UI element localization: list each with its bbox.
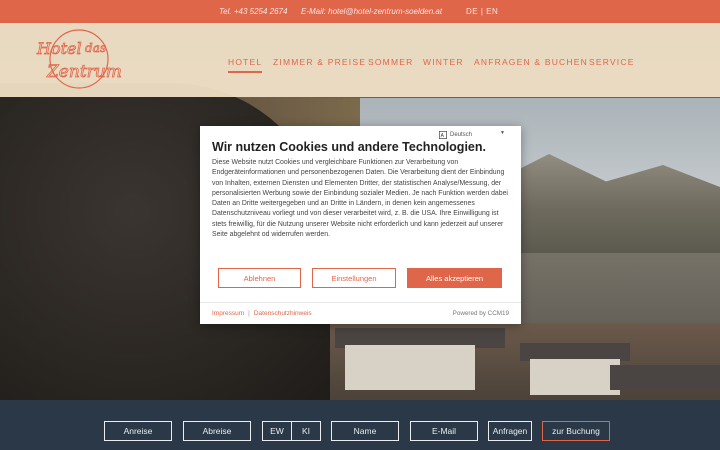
svg-text:A: A <box>441 133 445 139</box>
children-select[interactable]: KI <box>291 421 321 441</box>
email-link[interactable]: E-Mail: hotel@hotel-zentrum-soelden.at <box>301 7 442 16</box>
cookie-language-label: Deutsch <box>450 131 473 138</box>
lang-de-link[interactable]: DE <box>466 7 478 16</box>
reject-button[interactable]: Ablehnen <box>218 268 301 288</box>
email-field[interactable]: E-Mail <box>410 421 478 441</box>
nav-item-sommer[interactable]: SOMMER <box>368 57 413 67</box>
footer-separator: | <box>248 310 250 317</box>
arrival-date-field[interactable]: Anreise <box>104 421 172 441</box>
cookie-dialog-footer: Impressum | Datenschutzhinweis <box>212 310 312 317</box>
logo-text-das: das <box>85 41 106 55</box>
phone-link[interactable]: Tel. +43 5254 2674 <box>219 7 287 16</box>
contact-bar: Tel. +43 5254 2674 E-Mail: hotel@hotel-z… <box>0 0 720 23</box>
hotel-logo[interactable]: Hotel das Zentrum <box>33 27 131 91</box>
logo-text-zentrum: Zentrum <box>46 62 122 82</box>
site-header: Hotel das Zentrum HOTEL ZIMMER & PREISE … <box>0 23 720 97</box>
privacy-link[interactable]: Datenschutzhinweis <box>254 310 312 317</box>
nav-item-hotel[interactable]: HOTEL <box>228 57 263 73</box>
name-field[interactable]: Name <box>331 421 399 441</box>
settings-button[interactable]: Einstellungen <box>312 268 396 288</box>
powered-by-link[interactable]: Powered by CCM19 <box>453 310 509 317</box>
accept-all-button[interactable]: Alles akzeptieren <box>407 268 502 288</box>
chevron-down-icon: ▼ <box>500 130 505 136</box>
adults-select[interactable]: EW <box>262 421 292 441</box>
translate-icon: A <box>439 130 447 139</box>
hero-roof <box>610 365 720 390</box>
language-switcher: DE | EN <box>466 7 498 16</box>
departure-date-field[interactable]: Abreise <box>183 421 251 441</box>
lang-en-link[interactable]: EN <box>486 7 498 16</box>
hero-building <box>530 359 620 395</box>
cookie-dialog-title: Wir nutzen Cookies und andere Technologi… <box>212 140 486 154</box>
lang-separator: | <box>480 7 484 16</box>
nav-item-service[interactable]: SERVICE <box>589 57 635 67</box>
cookie-language-select[interactable]: A Deutsch ▼ <box>439 129 505 140</box>
booking-bar: Anreise Abreise EW KI Name E-Mail Anfrag… <box>0 400 720 450</box>
cookie-dialog-divider <box>200 302 521 303</box>
cookie-consent-dialog: A Deutsch ▼ Wir nutzen Cookies und ander… <box>200 126 521 324</box>
inquire-button[interactable]: Anfragen <box>488 421 532 441</box>
logo-text-hotel: Hotel <box>36 39 82 58</box>
nav-item-anfragen-buchen[interactable]: ANFRAGEN & BUCHEN <box>474 57 588 67</box>
book-button[interactable]: zur Buchung <box>542 421 610 441</box>
imprint-link[interactable]: Impressum <box>212 310 244 317</box>
cookie-dialog-text: Diese Website nutzt Cookies und vergleic… <box>212 159 508 239</box>
nav-item-zimmer-preise[interactable]: ZIMMER & PREISE <box>273 57 366 67</box>
hero-building <box>345 345 475 390</box>
nav-item-winter[interactable]: WINTER <box>423 57 464 67</box>
